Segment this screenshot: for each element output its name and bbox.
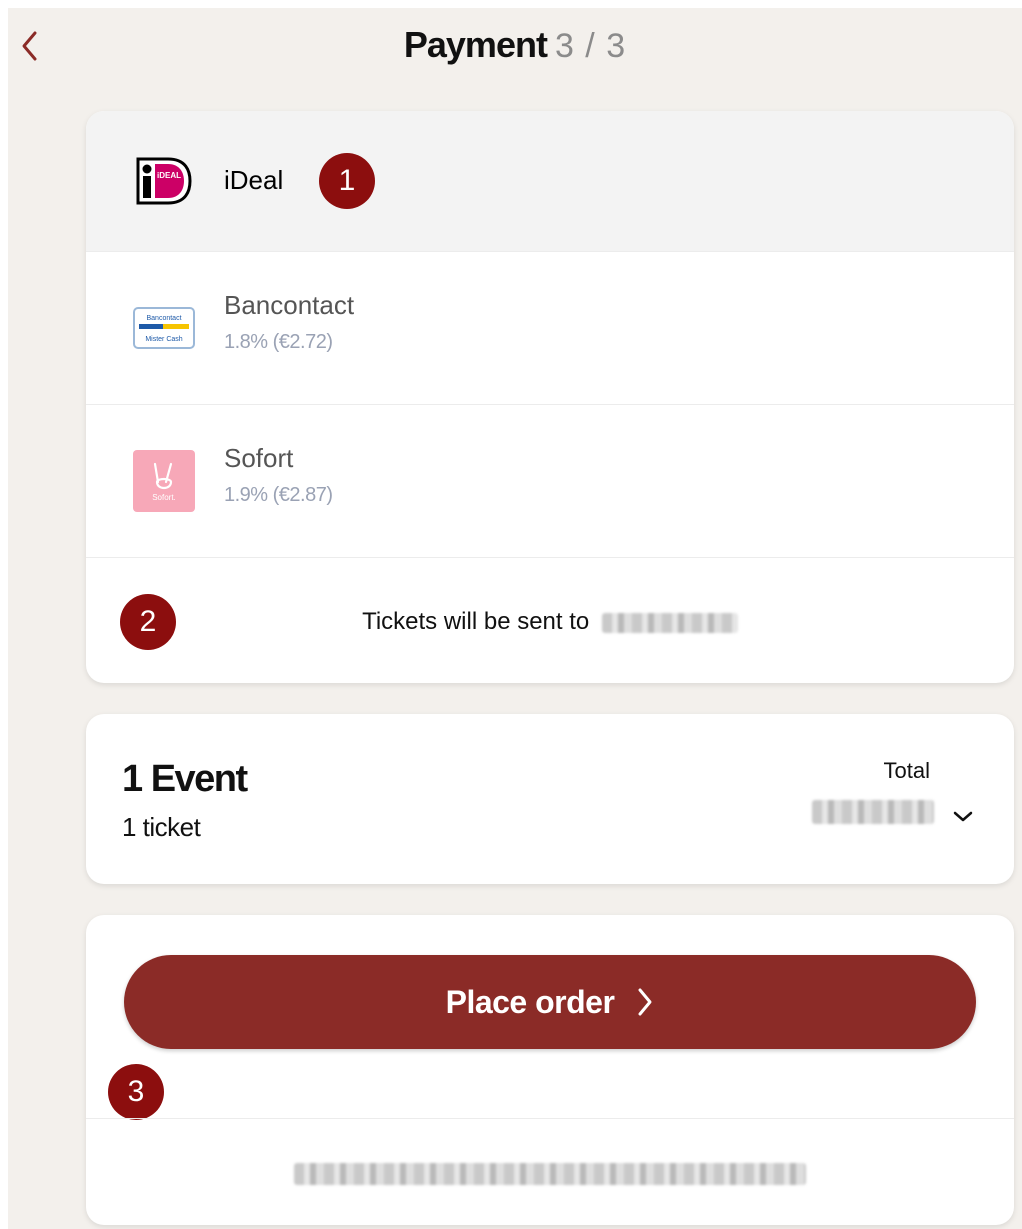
svg-text:Sofort.: Sofort. <box>152 493 176 502</box>
page-title: Payment 3 / 3 <box>8 24 1022 66</box>
step-indicator: 3 / 3 <box>554 27 627 65</box>
place-order-button[interactable]: Place order <box>124 955 976 1049</box>
footer-redacted-text <box>294 1163 806 1185</box>
payment-option-ideal[interactable]: iDEAL iDeal 1 <box>86 111 1014 252</box>
redacted-total <box>812 800 934 824</box>
payment-screen: Payment 3 / 3 iDEAL iDeal 1 Bancontact M… <box>8 8 1022 1229</box>
redacted-footer <box>294 1163 806 1185</box>
svg-text:iDEAL: iDEAL <box>157 171 181 180</box>
order-summary-card: 1 Event 1 ticket Total <box>86 714 1014 884</box>
svg-text:Mister Cash: Mister Cash <box>145 336 182 343</box>
tickets-delivery-text: Tickets will be sent to <box>362 608 590 635</box>
payment-option-name: Bancontact <box>224 290 355 320</box>
chevron-down-icon <box>953 811 973 822</box>
chevron-right-icon <box>638 988 652 1016</box>
sofort-logo-icon: Sofort. <box>132 449 196 513</box>
total-label: Total <box>883 758 930 783</box>
event-count: 1 Event <box>122 758 248 800</box>
place-order-card: Place order 3 <box>86 915 1014 1225</box>
redacted-email <box>601 612 738 633</box>
place-order-label: Place order <box>445 983 615 1020</box>
payment-option-fee: 1.9% (€2.87) <box>224 484 333 506</box>
ticket-count: 1 ticket <box>122 812 201 842</box>
payment-option-fee: 1.8% (€2.72) <box>224 331 333 353</box>
payment-option-name: iDeal <box>224 165 284 195</box>
payment-methods-card: iDEAL iDeal 1 Bancontact Mister Cash Ban… <box>86 111 1014 683</box>
total-amount-redacted <box>812 800 934 824</box>
payment-option-name: Sofort <box>224 443 294 473</box>
expand-summary-button[interactable] <box>952 810 974 829</box>
svg-text:Bancontact: Bancontact <box>146 315 181 322</box>
tickets-delivery-notice: Tickets will be sent to <box>86 608 1014 636</box>
page-title-text: Payment <box>403 24 548 65</box>
payment-option-bancontact[interactable]: Bancontact Mister Cash Bancontact 1.8% (… <box>86 252 1014 405</box>
divider <box>86 1118 1014 1119</box>
tickets-delivery-row: 2 Tickets will be sent to <box>86 558 1014 683</box>
payment-option-sofort[interactable]: Sofort. Sofort 1.9% (€2.87) <box>86 405 1014 558</box>
annotation-badge-1: 1 <box>319 153 375 209</box>
bancontact-logo-icon: Bancontact Mister Cash <box>132 296 196 360</box>
annotation-badge-3: 3 <box>108 1064 164 1120</box>
ideal-logo-icon: iDEAL <box>132 149 196 213</box>
